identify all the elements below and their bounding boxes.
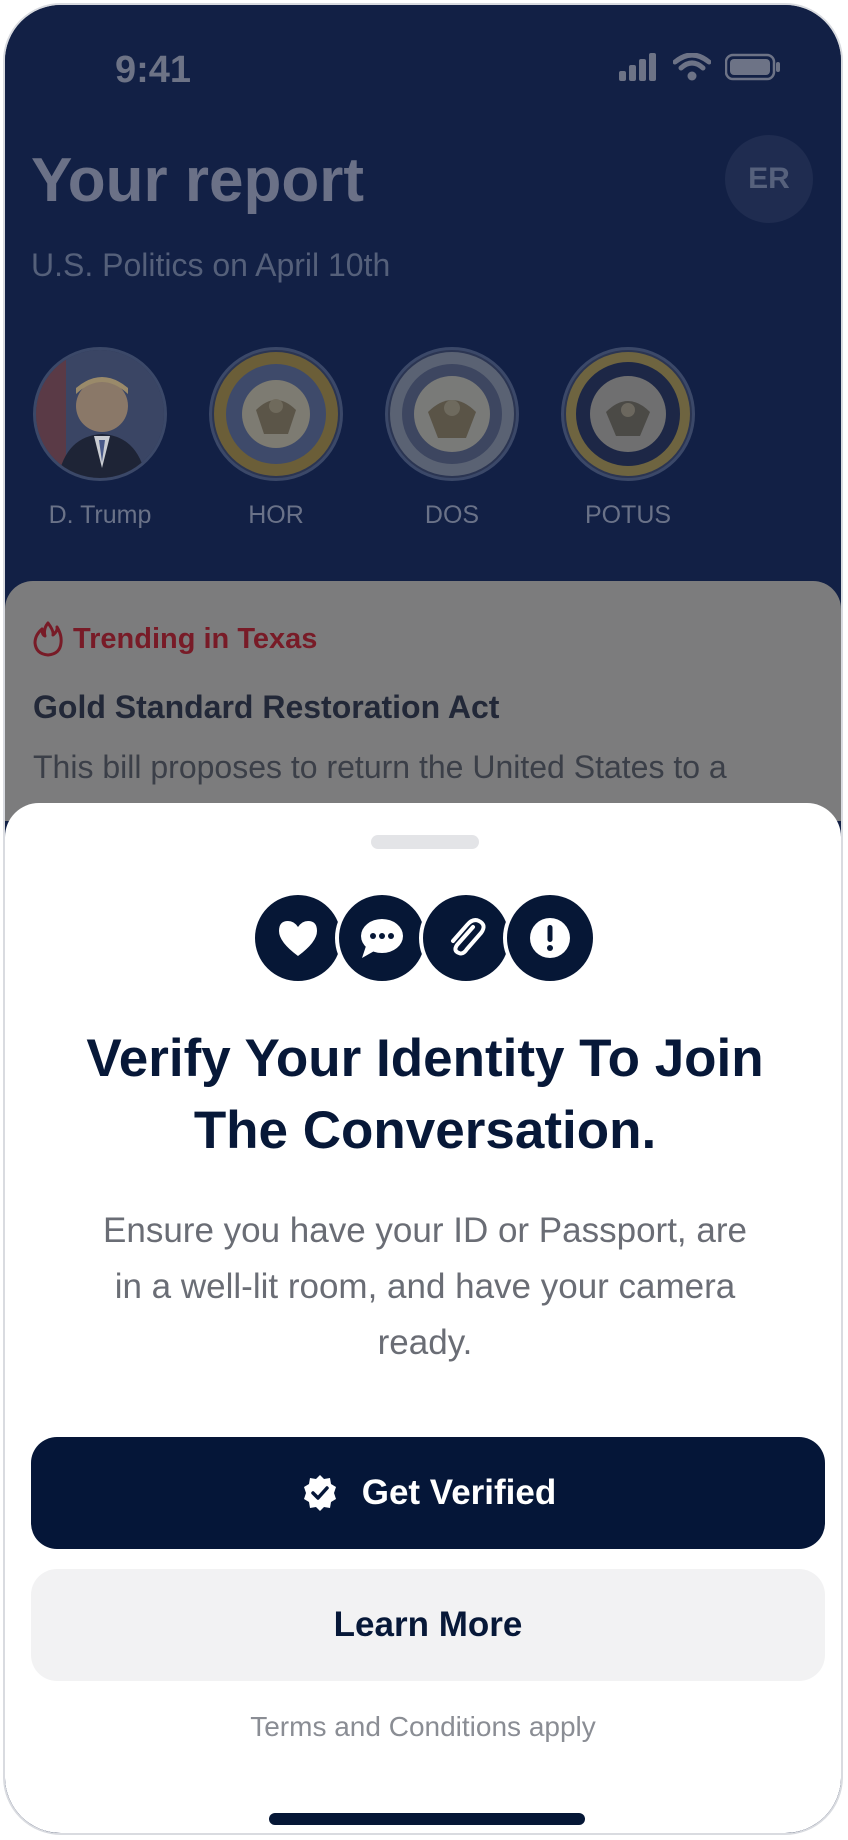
fire-icon: [33, 621, 63, 657]
status-bar: 9:41: [5, 5, 841, 125]
verified-badge-icon: [303, 1475, 336, 1511]
state-dept-seal-image: [385, 347, 519, 481]
entity-trump[interactable]: D. Trump: [31, 347, 169, 530]
presidential-seal-image: [561, 347, 695, 481]
avatar[interactable]: ER: [725, 135, 813, 223]
get-verified-button[interactable]: Get Verified: [31, 1437, 825, 1549]
entity-label: POTUS: [584, 501, 672, 529]
entity-potus[interactable]: POTUS: [559, 347, 697, 530]
status-icons: [619, 53, 781, 81]
status-time: 9:41: [115, 49, 192, 91]
trending-card[interactable]: Trending in Texas Gold Standard Restorat…: [5, 581, 841, 821]
terms-link[interactable]: Terms and Conditions apply: [5, 1711, 841, 1743]
comment-icon: [335, 891, 429, 985]
entity-label: D. Trump: [48, 501, 152, 529]
phone-frame: 9:41 Your report U.S. Politics on April …: [3, 3, 843, 1835]
battery-icon: [725, 53, 780, 81]
paperclip-icon: [419, 891, 513, 985]
page-title: Your report: [31, 146, 364, 215]
house-seal-image: [209, 347, 343, 481]
entity-dos[interactable]: DOS: [383, 347, 521, 530]
get-verified-label: Get Verified: [361, 1473, 557, 1512]
sheet-grabber[interactable]: [371, 835, 479, 849]
alert-icon: [503, 891, 597, 985]
wifi-icon: [673, 53, 711, 81]
heart-icon: [251, 891, 345, 985]
learn-more-label: Learn More: [333, 1605, 523, 1644]
entity-list: D. Trump HOR DOS POTUS: [31, 347, 697, 530]
verify-bottom-sheet: Verify Your Identity To Join The Convers…: [5, 803, 841, 1833]
bill-summary: This bill proposes to return the United …: [33, 749, 727, 785]
portrait-image: [33, 347, 167, 481]
home-indicator[interactable]: [269, 1813, 585, 1825]
bill-title: Gold Standard Restoration Act: [33, 689, 500, 725]
entity-label: HOR: [248, 501, 304, 529]
learn-more-button[interactable]: Learn More: [31, 1569, 825, 1681]
entity-label: DOS: [424, 501, 480, 529]
signal-icon: [619, 53, 656, 81]
page-subtitle: U.S. Politics on April 10th: [31, 247, 391, 283]
sheet-title: Verify Your Identity To Join The Convers…: [86, 1029, 764, 1160]
trending-label: Trending in Texas: [73, 622, 318, 655]
entity-hor[interactable]: HOR: [207, 347, 345, 530]
feature-icons: [251, 891, 601, 985]
sheet-description: Ensure you have your ID or Passport, are…: [103, 1211, 747, 1362]
trending-badge: Trending in Texas: [33, 621, 317, 657]
